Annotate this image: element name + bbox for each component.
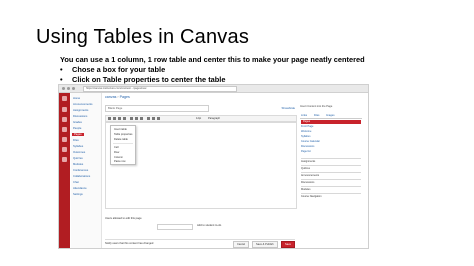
text-color-icon[interactable] xyxy=(123,117,126,120)
forward-icon[interactable] xyxy=(67,87,70,90)
table-context-menu: Insert table Table properties Delete tab… xyxy=(110,125,136,165)
instruction-text: Chose a box for your table xyxy=(72,65,166,74)
panel-group[interactable]: Course Navigation xyxy=(301,193,361,199)
instruction-item: • Chose a box for your table xyxy=(60,65,166,74)
help-icon[interactable] xyxy=(62,157,67,162)
course-nav-item[interactable]: Modules xyxy=(73,163,83,166)
italic-icon[interactable] xyxy=(113,117,116,120)
context-menu-item[interactable]: Column xyxy=(114,156,123,159)
notify-checkbox-label[interactable]: Notify users that this content has chang… xyxy=(105,242,153,245)
context-menu-item[interactable]: Paste row xyxy=(114,160,126,163)
form-footer-divider xyxy=(105,239,295,240)
panel-tabs: Links Files Images xyxy=(300,113,362,119)
instruction-list: • Chose a box for your table • Click on Ta… xyxy=(60,65,225,84)
page-title-input[interactable]: Blank Page xyxy=(105,105,209,112)
canvas-screenshot: https://canvas.instructure.com/courses/.… xyxy=(58,84,369,249)
align-right-icon[interactable] xyxy=(140,117,143,120)
underline-icon[interactable] xyxy=(118,117,121,120)
instruction-text: Click on Table properties to center the … xyxy=(72,74,226,84)
course-nav: Home Announcements Assignments Discussio… xyxy=(71,93,102,248)
menu-divider xyxy=(113,143,133,144)
panel-item[interactable]: Front Page xyxy=(301,125,361,129)
page-editor: Blank Page Show/Hide 12pt Paragraph Inse… xyxy=(105,105,297,213)
logo-icon xyxy=(62,96,67,101)
show-hide-editor-link[interactable]: Show/Hide xyxy=(281,106,295,110)
calendar-icon[interactable] xyxy=(62,137,67,142)
context-menu-item[interactable]: Row xyxy=(114,151,119,154)
course-nav-item[interactable]: Grades xyxy=(73,121,82,124)
breadcrumb-pages[interactable]: Pages xyxy=(120,95,130,99)
course-nav-item[interactable]: Syllabus xyxy=(73,145,83,148)
breadcrumb-separator: › xyxy=(117,95,119,99)
browser-bar: https://canvas.instructure.com/courses/.… xyxy=(59,85,368,93)
table-properties-menu-item[interactable]: Table properties xyxy=(114,133,132,136)
course-nav-item[interactable]: Chat xyxy=(73,181,79,184)
course-nav-item[interactable]: Announcements xyxy=(73,103,92,106)
panel-item[interactable]: Syllabus xyxy=(301,135,361,139)
panel-group[interactable]: Announcements xyxy=(301,172,361,178)
paragraph-select[interactable]: Paragraph xyxy=(208,116,220,121)
content-selector-panel: Insert Content into the Page Links Files… xyxy=(300,105,366,245)
panel-item-pages[interactable]: Pages xyxy=(301,120,361,124)
cancel-button[interactable]: Cancel xyxy=(233,241,250,248)
bold-icon[interactable] xyxy=(108,117,111,120)
save-button[interactable]: Save xyxy=(281,241,295,248)
tab-files[interactable]: Files xyxy=(314,113,319,118)
course-nav-item[interactable]: Home xyxy=(73,97,80,100)
panel-item[interactable]: Course Calendar xyxy=(301,140,361,144)
course-nav-item[interactable]: Assignments xyxy=(73,109,88,112)
context-menu-item[interactable]: Delete table xyxy=(114,138,128,141)
edit-permission-select[interactable] xyxy=(157,224,193,230)
course-nav-item[interactable]: People xyxy=(73,127,81,130)
panel-item[interactable]: Page list xyxy=(301,150,361,154)
breadcrumb-course[interactable]: canvas xyxy=(105,95,116,99)
course-nav-item-pages[interactable]: Pages xyxy=(72,133,84,136)
course-nav-item[interactable]: Files xyxy=(73,139,79,142)
panel-group[interactable]: Modules xyxy=(301,186,361,192)
courses-icon[interactable] xyxy=(62,127,67,132)
rich-content-area[interactable]: Insert table Table properties Delete tab… xyxy=(105,122,297,209)
link-icon[interactable] xyxy=(147,117,150,120)
address-bar[interactable]: https://canvas.instructure.com/courses/.… xyxy=(83,86,237,92)
intro-text: You can use a 1 column, 1 row table and … xyxy=(60,55,365,64)
context-menu-item[interactable]: Insert table xyxy=(114,128,127,131)
todo-label[interactable]: Add to student to-do xyxy=(197,224,221,228)
breadcrumb: canvas › Pages xyxy=(105,95,130,99)
course-nav-item[interactable]: Collaborations xyxy=(73,175,90,178)
dashboard-icon[interactable] xyxy=(62,117,67,122)
panel-group[interactable]: Quizzes xyxy=(301,165,361,171)
panel-group[interactable]: Discussions xyxy=(301,179,361,185)
save-publish-button[interactable]: Save & Publish xyxy=(252,241,278,248)
editor-toolbar: 12pt Paragraph xyxy=(105,115,297,122)
inbox-icon[interactable] xyxy=(62,147,67,152)
tab-images[interactable]: Images xyxy=(326,113,335,118)
global-nav xyxy=(59,93,70,248)
table-icon[interactable] xyxy=(152,117,155,120)
course-nav-item[interactable]: Discussions xyxy=(73,115,87,118)
font-size-select[interactable]: 12pt xyxy=(196,116,201,121)
instruction-item: • Click on Table properties to center the… xyxy=(60,74,226,84)
course-nav-item[interactable]: Attendance xyxy=(73,187,87,190)
edit-permission-label: Users allowed to edit this page xyxy=(105,217,142,220)
align-center-icon[interactable] xyxy=(135,117,138,120)
course-nav-item[interactable]: Settings xyxy=(73,193,83,196)
panel-group[interactable]: Assignments xyxy=(301,158,361,164)
course-nav-item[interactable]: Quizzes xyxy=(73,157,83,160)
panel-heading: Insert Content into the Page xyxy=(300,105,333,108)
course-nav-item[interactable]: Outcomes xyxy=(73,151,85,154)
context-menu-item[interactable]: Cell xyxy=(114,146,118,149)
align-left-icon[interactable] xyxy=(130,117,133,120)
course-nav-item[interactable]: Conferences xyxy=(73,169,88,172)
panel-item[interactable]: Welcome xyxy=(301,130,361,134)
refresh-icon[interactable] xyxy=(72,87,75,90)
slide-title: Using Tables in Canvas xyxy=(36,26,250,48)
account-icon[interactable] xyxy=(62,107,67,112)
image-icon[interactable] xyxy=(157,117,160,120)
panel-item[interactable]: Discussions xyxy=(301,145,361,149)
back-icon[interactable] xyxy=(62,87,65,90)
tab-links[interactable]: Links xyxy=(301,113,307,118)
